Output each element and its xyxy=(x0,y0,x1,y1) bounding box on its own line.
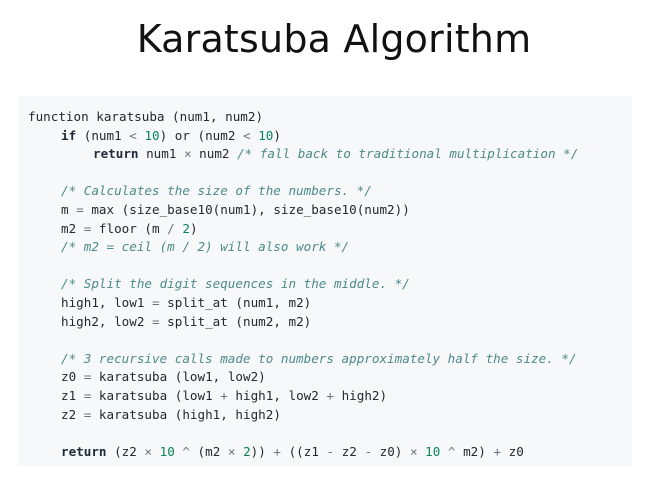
code-text: z2 xyxy=(334,443,365,459)
code-text: (z2 xyxy=(106,443,145,459)
code-text: num2 xyxy=(191,146,238,162)
operator: × xyxy=(409,443,418,459)
code-comment: /* 3 recursive calls made to numbers app… xyxy=(61,350,577,366)
code-text: split_at (num2, m2) xyxy=(159,313,312,329)
operator: / xyxy=(167,220,175,236)
number-literal: 2 xyxy=(182,220,190,236)
code-line-comment-ceil: /* m2 = ceil (m / 2) will also work */ xyxy=(28,238,632,257)
number-literal: 10 xyxy=(144,127,160,143)
code-text: split_at (num1, m2) xyxy=(159,294,312,310)
code-text: max (size_base10(num1), size_base10(num2… xyxy=(83,201,410,217)
operator: × xyxy=(144,443,153,459)
operator: < xyxy=(243,127,251,143)
code-text: karatsuba (low1, low2) xyxy=(91,369,266,385)
operator: + xyxy=(326,387,335,403)
operator: + xyxy=(220,387,228,403)
number-literal: 10 xyxy=(425,443,441,459)
code-text: high2) xyxy=(334,387,388,403)
code-text: high1, low1 xyxy=(61,294,152,310)
code-text: ) or (num2 xyxy=(159,127,244,143)
code-comment: /* Split the digit sequences in the midd… xyxy=(61,276,410,292)
code-text: m2) xyxy=(455,443,494,459)
code-comment: /* m2 = ceil (m / 2) will also work */ xyxy=(61,239,350,255)
number-literal: 10 xyxy=(159,443,175,459)
code-text: )) xyxy=(250,443,274,459)
code-line-z2: z2 = karatsuba (high1, high2) xyxy=(28,406,632,425)
code-line-function-signature: function karatsuba (num1, num2) xyxy=(28,108,632,127)
operator: × xyxy=(184,146,192,162)
slide-title: Karatsuba Algorithm xyxy=(136,17,532,61)
operator: ^ xyxy=(182,443,190,459)
code-text: z1 xyxy=(61,387,84,403)
code-line-final-return: return (z2 × 10 ^ (m2 × 2)) + ((z1 - z2 … xyxy=(28,443,632,462)
code-text: ) xyxy=(273,127,281,143)
keyword-return: return xyxy=(61,443,107,459)
code-line-split-num2: high2, low2 = split_at (num2, m2) xyxy=(28,313,632,332)
code-line-if-condition: if (num1 < 10) or (num2 < 10) xyxy=(28,127,632,146)
code-line-comment-split: /* Split the digit sequences in the midd… xyxy=(28,275,632,294)
operator: - xyxy=(364,443,373,459)
code-text: m2 xyxy=(61,220,84,236)
operator: + xyxy=(273,443,282,459)
code-line-split-num1: high1, low1 = split_at (num1, m2) xyxy=(28,294,632,313)
code-text: karatsuba (low1 xyxy=(91,387,221,403)
code-text: z0) xyxy=(372,443,410,459)
code-text: m xyxy=(61,201,77,217)
code-comment: /* Calculates the size of the numbers. *… xyxy=(61,183,372,199)
code-text: ((z1 xyxy=(281,443,327,459)
code-line-comment-size: /* Calculates the size of the numbers. *… xyxy=(28,182,632,201)
operator: = xyxy=(152,294,160,310)
keyword-if: if xyxy=(61,127,77,143)
operator: ^ xyxy=(447,443,456,459)
code-line-z0: z0 = karatsuba (low1, low2) xyxy=(28,368,632,387)
code-text: floor (m xyxy=(91,220,168,236)
code-line-m-assignment: m = max (size_base10(num1), size_base10(… xyxy=(28,201,632,220)
code-text: num1 xyxy=(138,146,184,162)
code-line-comment-recursive: /* 3 recursive calls made to numbers app… xyxy=(28,350,632,369)
code-text: (num1 xyxy=(76,127,130,143)
code-text: z2 xyxy=(61,406,84,422)
operator: < xyxy=(129,127,137,143)
operator: = xyxy=(76,201,84,217)
operator: - xyxy=(326,443,335,459)
code-text: function karatsuba (num1, num2) xyxy=(28,109,264,124)
operator: = xyxy=(152,313,160,329)
number-literal: 10 xyxy=(258,127,274,143)
code-text: z0 xyxy=(501,443,524,459)
code-block: function karatsuba (num1, num2) if (num1… xyxy=(18,96,632,466)
operator: + xyxy=(493,443,502,459)
code-text: high1, low2 xyxy=(227,387,327,403)
code-line-z1: z1 = karatsuba (low1 + high1, low2 + hig… xyxy=(28,387,632,406)
number-literal: 2 xyxy=(243,443,251,459)
code-text: ) xyxy=(189,220,198,236)
code-comment: /* fall back to traditional multiplicati… xyxy=(237,146,579,162)
code-line-base-case-return: return num1 × num2 /* fall back to tradi… xyxy=(28,145,632,164)
code-line-m2-assignment: m2 = floor (m / 2) xyxy=(28,220,632,239)
keyword-return: return xyxy=(93,146,139,162)
code-text: high2, low2 xyxy=(61,313,152,329)
code-text: karatsuba (high1, high2) xyxy=(91,406,281,422)
code-text: z0 xyxy=(61,369,84,385)
code-text: (m2 xyxy=(189,443,228,459)
